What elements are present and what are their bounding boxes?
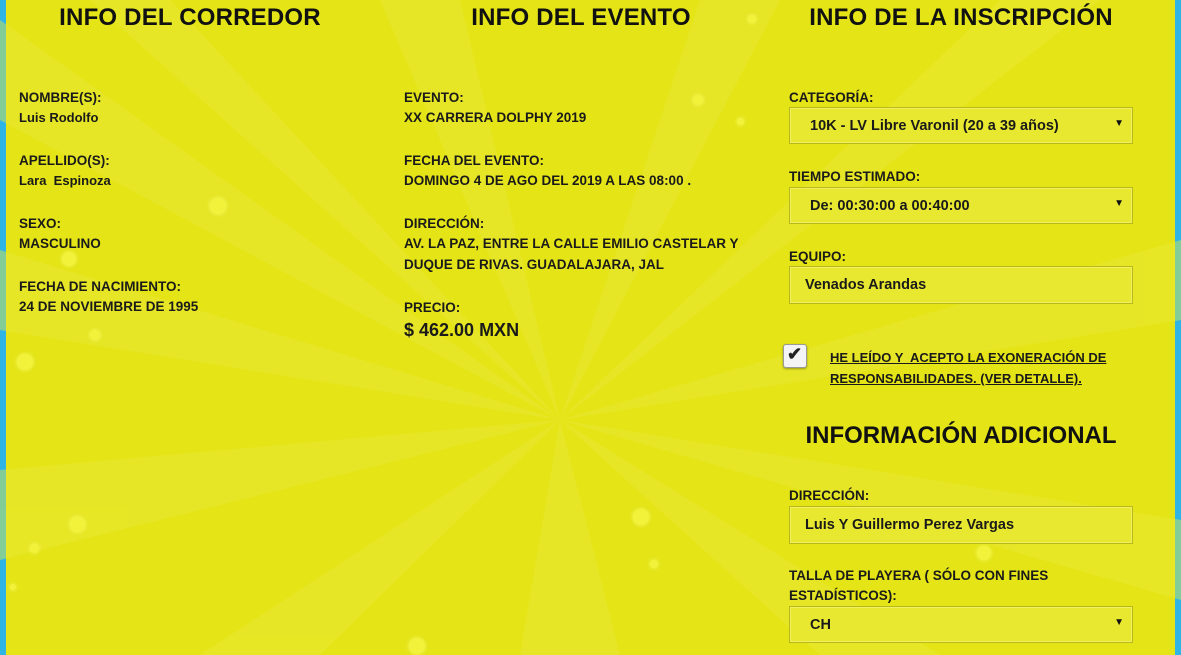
terms-link[interactable]: HE LEÍDO Y ACEPTO LA EXONERACIÓN DE RESP… [830, 347, 1130, 389]
additional-info-title: INFORMACIÓN ADICIONAL [805, 422, 1117, 449]
decor-dot [210, 198, 226, 214]
estimated-time-label: TIEMPO ESTIMADO: [789, 169, 921, 184]
decor-dot [70, 517, 85, 532]
category-selected-value: 10K - LV Libre Varonil (20 a 39 años) [810, 118, 1059, 134]
surname-value: Lara Espinoza [19, 173, 111, 188]
runner-info-title: INFO DEL CORREDOR [59, 4, 321, 31]
registration-info-title: INFO DE LA INSCRIPCIÓN [809, 4, 1113, 31]
decor-dot [693, 95, 703, 105]
event-date-label: FECHA DEL EVENTO: [404, 153, 545, 168]
shirt-size-selected-value: CH [810, 617, 831, 633]
decor-dot [10, 584, 16, 590]
terms-checkbox[interactable]: ✔ [783, 344, 807, 368]
event-address-label: DIRECCIÓN: [404, 216, 485, 231]
team-input-value: Venados Arandas [805, 277, 927, 293]
decor-dot [62, 252, 76, 266]
event-address-line2: DUQUE DE RIVAS. GUADALAJARA, JAL [404, 257, 665, 272]
decor-dot [737, 118, 744, 125]
caret-down-icon: ▼ [1114, 198, 1124, 209]
event-name-value: XX CARRERA DOLPHY 2019 [404, 110, 587, 125]
shirt-size-label-line1: TALLA DE PLAYERA ( SÓLO CON FINES [789, 568, 1049, 583]
event-address-line1: AV. LA PAZ, ENTRE LA CALLE EMILIO CASTEL… [404, 236, 739, 251]
terms-line1: HE LEÍDO Y ACEPTO LA EXONERACIÓN DE [830, 350, 1107, 365]
shirt-size-label-line2: ESTADÍSTICOS): [789, 588, 897, 603]
decor-dot [977, 546, 991, 560]
estimated-time-selected-value: De: 00:30:00 a 00:40:00 [810, 198, 970, 214]
terms-line2: RESPONSABILIDADES. (VER DETALLE). [830, 371, 1082, 386]
category-label: CATEGORÍA: [789, 90, 874, 105]
right-edge-border [1175, 0, 1181, 655]
event-date-value: DOMINGO 4 DE AGO DEL 2019 A LAS 08:00 . [404, 173, 692, 188]
name-value: Luis Rodolfo [19, 110, 99, 125]
additional-address-label: DIRECCIÓN: [789, 488, 870, 503]
event-name-label: EVENTO: [404, 90, 464, 105]
additional-address-input[interactable]: Luis Y Guillermo Perez Vargas [789, 506, 1133, 544]
birth-date-label: FECHA DE NACIMIENTO: [19, 279, 181, 294]
estimated-time-select[interactable]: De: 00:30:00 a 00:40:00 ▼ [789, 187, 1133, 224]
team-input[interactable]: Venados Arandas [789, 266, 1133, 304]
decor-dot [17, 354, 33, 370]
decor-dot [30, 544, 39, 553]
name-label: NOMBRE(S): [19, 90, 102, 105]
shirt-size-select[interactable]: CH ▼ [789, 606, 1133, 643]
decor-dot [633, 509, 649, 525]
additional-address-value: Luis Y Guillermo Perez Vargas [805, 517, 1015, 533]
left-edge-border [0, 0, 6, 655]
caret-down-icon: ▼ [1114, 617, 1124, 628]
category-select[interactable]: 10K - LV Libre Varonil (20 a 39 años) ▼ [789, 107, 1133, 144]
checkmark-icon: ✔ [787, 344, 803, 364]
price-label: PRECIO: [404, 300, 461, 315]
sex-value: MASCULINO [19, 236, 101, 251]
decor-dot [650, 560, 658, 568]
decor-dot [90, 330, 100, 340]
background-rays [0, 0, 1181, 655]
team-label: EQUIPO: [789, 249, 847, 264]
caret-down-icon: ▼ [1114, 118, 1124, 129]
price-value: $ 462.00 MXN [404, 320, 520, 340]
decor-dot [409, 638, 425, 654]
surname-label: APELLIDO(S): [19, 153, 110, 168]
birth-date-value: 24 DE NOVIEMBRE DE 1995 [19, 299, 199, 314]
sex-label: SEXO: [19, 216, 62, 231]
event-info-title: INFO DEL EVENTO [471, 4, 691, 31]
